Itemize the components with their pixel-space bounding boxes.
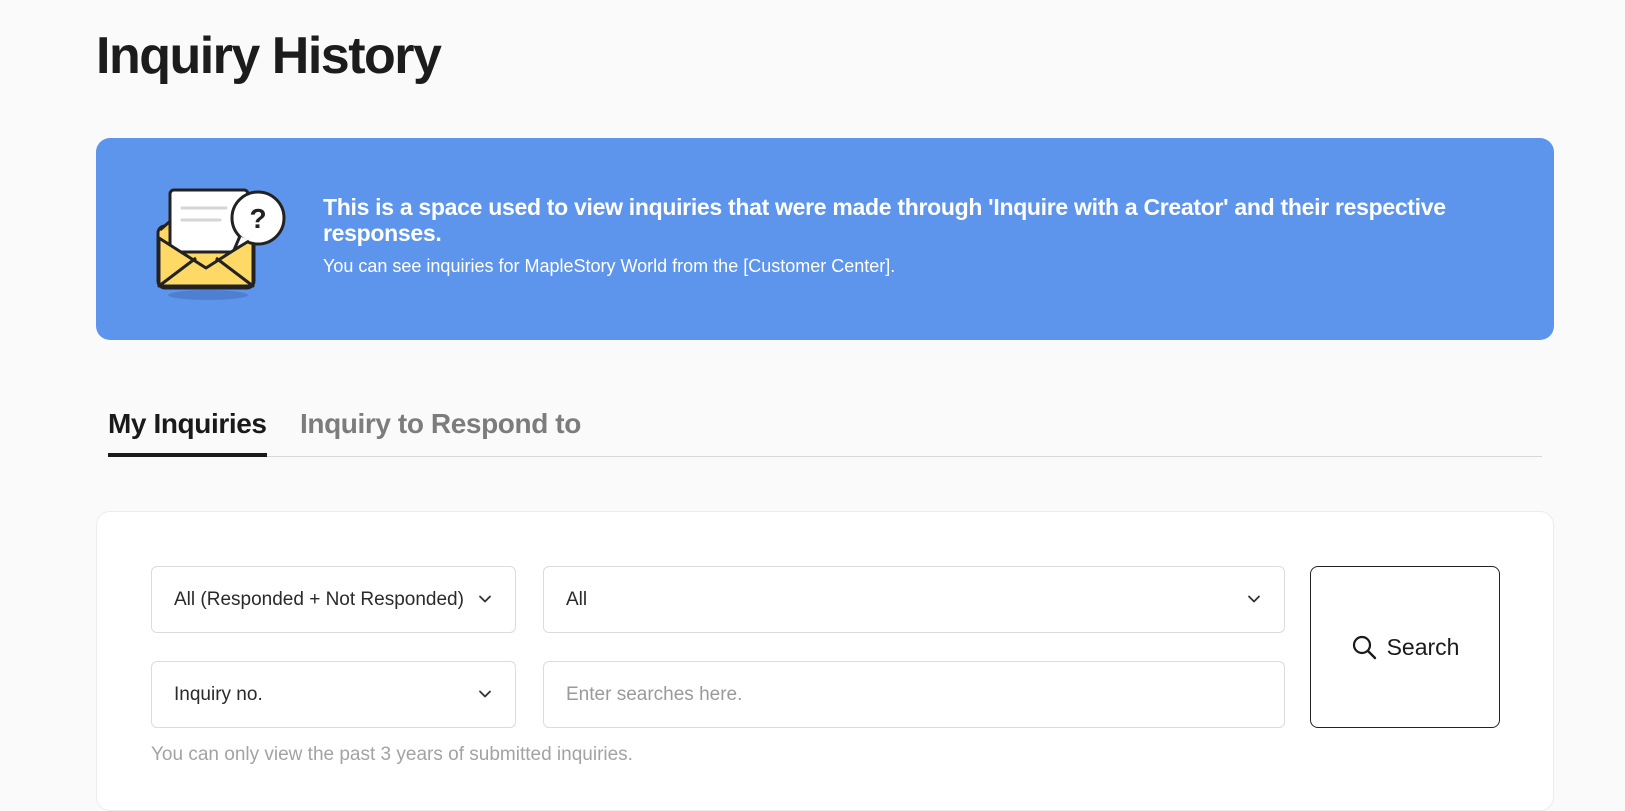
category-select[interactable]: All bbox=[543, 566, 1285, 633]
search-input[interactable] bbox=[543, 661, 1285, 728]
page-title: Inquiry History bbox=[96, 27, 442, 85]
chevron-down-icon bbox=[479, 595, 491, 603]
inquiry-tabs: My Inquiries Inquiry to Respond to bbox=[108, 402, 1542, 457]
search-panel: All (Responded + Not Responded) All Inqu… bbox=[96, 511, 1554, 811]
search-hint: You can only view the past 3 years of su… bbox=[151, 744, 633, 765]
banner-headline: This is a space used to view inquiries t… bbox=[323, 194, 1446, 246]
category-value: All bbox=[566, 588, 588, 610]
search-type-select[interactable]: Inquiry no. bbox=[151, 661, 516, 728]
search-button[interactable]: Search bbox=[1310, 566, 1500, 728]
response-status-value: All (Responded + Not Responded) bbox=[174, 588, 464, 610]
tab-my-inquiries[interactable]: My Inquiries bbox=[108, 402, 267, 457]
svg-text:?: ? bbox=[249, 203, 266, 234]
search-button-label: Search bbox=[1386, 633, 1460, 660]
chevron-down-icon bbox=[1248, 595, 1260, 603]
search-type-value: Inquiry no. bbox=[174, 683, 263, 705]
banner-subtext: You can see inquiries for MapleStory Wor… bbox=[323, 256, 896, 276]
search-icon bbox=[1352, 635, 1376, 660]
info-banner: ? This is a space used to view inquiries… bbox=[96, 138, 1554, 340]
chevron-down-icon bbox=[479, 690, 491, 698]
response-status-select[interactable]: All (Responded + Not Responded) bbox=[151, 566, 516, 633]
tab-inquiry-to-respond-to[interactable]: Inquiry to Respond to bbox=[300, 402, 581, 457]
envelope-question-icon: ? bbox=[156, 178, 296, 304]
